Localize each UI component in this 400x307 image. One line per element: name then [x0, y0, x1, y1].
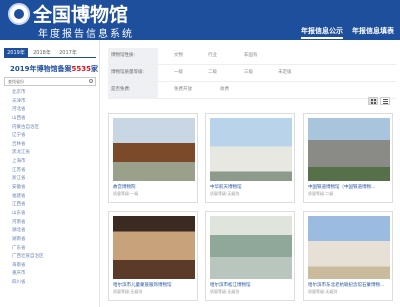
museum-grade: 质量等级:一级: [113, 191, 139, 196]
filter-option[interactable]: 二级: [208, 65, 217, 81]
museum-grade: 质量等级:二级: [308, 191, 334, 196]
filter-option[interactable]: 一级: [174, 65, 183, 81]
province-item[interactable]: 山西省: [12, 115, 96, 124]
province-item[interactable]: 福建省: [12, 193, 96, 202]
province-item[interactable]: 天津市: [12, 98, 96, 107]
museum-photo: [210, 118, 292, 181]
museum-photo: [210, 216, 292, 279]
province-item[interactable]: 重庆市: [12, 270, 96, 279]
filter-option[interactable]: 免费开放: [174, 82, 192, 98]
year-tabs: 2019年 2018年 2017年: [4, 48, 96, 58]
filter-option[interactable]: 非国有: [244, 48, 258, 64]
museum-photo: [113, 118, 195, 181]
list-view-button[interactable]: [380, 97, 390, 105]
museum-card[interactable]: 中国铁道博物馆（中国铁道博物... 质量等级:二级: [303, 113, 393, 203]
museum-count: 2019年博物馆备案5535家: [10, 64, 98, 74]
province-item[interactable]: 北京市: [12, 89, 96, 98]
province-item[interactable]: 江苏省: [12, 167, 96, 176]
filter-panel: 博物馆性质: 文物 行业 非国有 博物馆质量等级: 一级 二级 三级 未定级 是…: [108, 48, 396, 99]
museum-card[interactable]: 哈尔滨市松江博物馆 质量等级:无级别: [205, 211, 295, 301]
province-item[interactable]: 吉林省: [12, 141, 96, 150]
filter-option[interactable]: 未定级: [278, 65, 292, 81]
museum-photo: [308, 216, 390, 279]
filter-option[interactable]: 三级: [244, 65, 253, 81]
museum-card[interactable]: 哈尔滨市东北老抗联纪念馆石蒙博物... 质量等级:无级别: [303, 211, 393, 301]
province-item[interactable]: 内蒙古自治区: [12, 124, 96, 133]
museum-name[interactable]: 故宫博物院: [113, 184, 136, 190]
province-item[interactable]: 河南省: [12, 219, 96, 228]
list-view-icon: [383, 99, 388, 104]
province-item[interactable]: 湖北省: [12, 227, 96, 236]
filter-label: 博物馆性质:: [108, 48, 158, 64]
filter-label: 博物馆质量等级:: [108, 65, 158, 81]
grid-view-button[interactable]: [368, 97, 378, 105]
province-item[interactable]: 河北省: [12, 106, 96, 115]
museum-grade: 质量等级:无级别: [113, 289, 143, 294]
province-item[interactable]: 江西省: [12, 201, 96, 210]
museum-grade: 质量等级:无级别: [210, 289, 240, 294]
site-header: 全国博物馆 年度报告信息系统 年报信息公示 年报信息填表: [0, 0, 400, 40]
count-suffix: 家: [90, 65, 98, 73]
year-tab-2017[interactable]: 2017年: [56, 48, 80, 58]
filter-option[interactable]: 行业: [208, 48, 217, 64]
museum-name[interactable]: 中国铁道博物馆（中国铁道博物...: [308, 184, 375, 190]
main-content: 博物馆性质: 文物 行业 非国有 博物馆质量等级: 一级 二级 三级 未定级 是…: [100, 40, 400, 307]
museum-photo: [308, 118, 390, 181]
museum-logo: [8, 3, 30, 25]
filter-row-free: 是否免费: 免费开放 收费: [108, 82, 396, 99]
site-title: 全国博物馆: [33, 4, 129, 26]
search-icon[interactable]: [89, 79, 93, 83]
year-tab-2018[interactable]: 2018年: [30, 48, 54, 58]
province-search-input[interactable]: [4, 77, 96, 86]
province-item[interactable]: 上海市: [12, 158, 96, 167]
province-item[interactable]: 黑龙江省: [12, 149, 96, 158]
province-list: 北京市 天津市 河北省 山西省 内蒙古自治区 辽宁省 吉林省 黑龙江省 上海市 …: [12, 89, 96, 288]
filter-row-grade: 博物馆质量等级: 一级 二级 三级 未定级: [108, 65, 396, 82]
sidebar: 2019年 2018年 2017年 2019年博物馆备案5535家 北京市 天津…: [0, 40, 100, 307]
province-item[interactable]: 辽宁省: [12, 132, 96, 141]
tab-annual-report-fill[interactable]: 年报信息填表: [352, 26, 394, 36]
museum-name[interactable]: 中华航天博物馆: [210, 184, 242, 190]
filter-row-nature: 博物馆性质: 文物 行业 非国有: [108, 48, 396, 65]
year-tab-2019[interactable]: 2019年: [4, 48, 28, 58]
grid-view-icon: [371, 99, 376, 104]
filter-option[interactable]: 文物: [174, 48, 183, 64]
museum-card[interactable]: 中华航天博物馆 质量等级:无级别: [205, 113, 295, 203]
museum-grade: 质量等级:无级别: [210, 191, 240, 196]
count-number: 5535: [71, 65, 91, 73]
tab-annual-report-public[interactable]: 年报信息公示: [301, 26, 343, 39]
museum-grade: 质量等级:无级别: [308, 289, 338, 294]
filter-option[interactable]: 收费: [220, 82, 229, 98]
museum-photo: [113, 216, 195, 279]
filter-label: 是否免费:: [108, 82, 158, 98]
province-item[interactable]: 四川省: [12, 279, 96, 288]
museum-name[interactable]: 哈尔滨市东北老抗联纪念馆石蒙博物...: [308, 282, 384, 288]
province-item[interactable]: 安徽省: [12, 184, 96, 193]
museum-name[interactable]: 哈尔滨市松江博物馆: [210, 282, 251, 288]
museum-card[interactable]: 哈尔滨市儿童蒙族服饰博物馆 质量等级:无级别: [108, 211, 198, 301]
province-item[interactable]: 浙江省: [12, 175, 96, 184]
province-item[interactable]: 山东省: [12, 210, 96, 219]
province-item[interactable]: 湖南省: [12, 236, 96, 245]
province-item[interactable]: 海南省: [12, 262, 96, 271]
site-subtitle: 年度报告信息系统: [38, 29, 134, 40]
province-item[interactable]: 广东省: [12, 245, 96, 254]
museum-name[interactable]: 哈尔滨市儿童蒙族服饰博物馆: [113, 282, 172, 288]
province-item[interactable]: 广西壮族自治区: [12, 253, 96, 262]
museum-card[interactable]: 故宫博物院 质量等级:一级: [108, 113, 198, 203]
count-prefix: 2019年博物馆备案: [10, 65, 72, 73]
